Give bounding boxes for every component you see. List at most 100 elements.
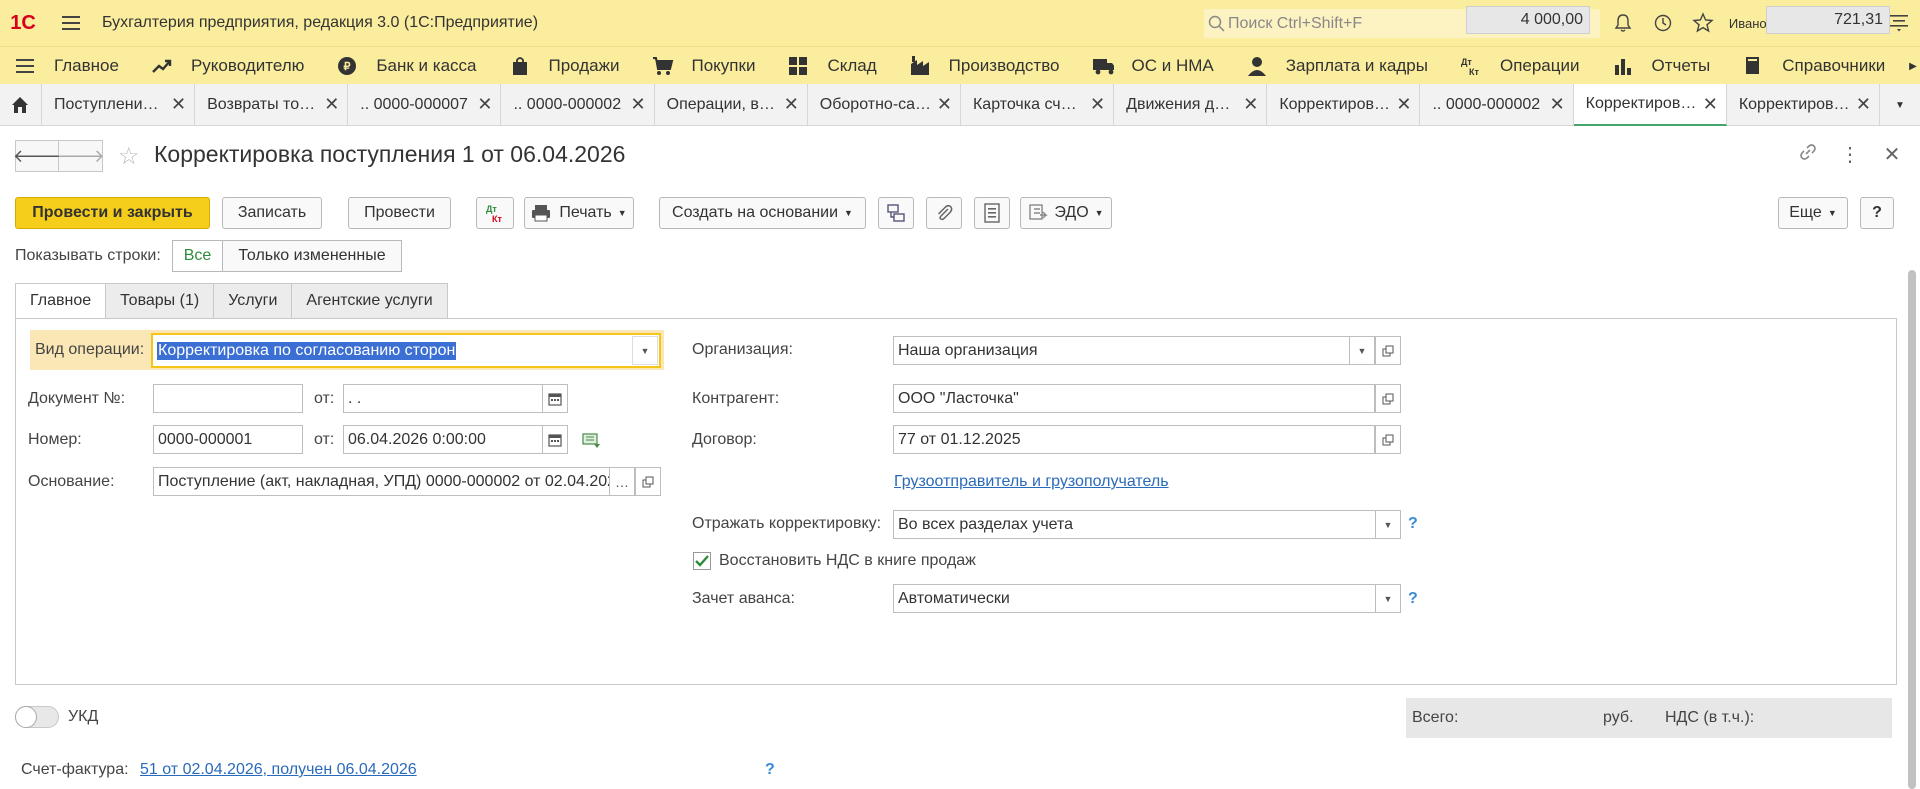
- bell-icon[interactable]: [1603, 0, 1643, 46]
- post-button[interactable]: Провести: [348, 197, 451, 229]
- shipper-consignee-link[interactable]: Грузоотправитель и грузополучатель: [894, 473, 1169, 491]
- report-button[interactable]: [974, 197, 1010, 229]
- menu-item-purchases[interactable]: Покупки: [638, 47, 774, 84]
- more-button[interactable]: Еще ▼: [1778, 197, 1848, 229]
- close-tab-icon[interactable]: ✕: [631, 94, 646, 115]
- close-tab-icon[interactable]: ✕: [171, 94, 186, 115]
- tab-main[interactable]: Главное: [15, 283, 107, 319]
- favorite-star-icon[interactable]: ☆: [118, 142, 140, 171]
- home-icon[interactable]: [0, 84, 42, 126]
- menu-item-bank[interactable]: ₽ Банк и касса: [322, 47, 494, 84]
- menu-scroll-right-icon[interactable]: ▶: [1906, 47, 1920, 84]
- close-tab-icon[interactable]: ✕: [1243, 94, 1258, 115]
- window-tab[interactable]: Поступления (акты, накладные, УПД)✕: [42, 84, 196, 126]
- structure-button[interactable]: [878, 197, 914, 229]
- window-tab[interactable]: Карточка счета ✕: [961, 84, 1115, 126]
- edo-button[interactable]: ЭДО ▼: [1020, 197, 1112, 229]
- show-rows-changed-toggle[interactable]: Только измененные: [222, 240, 402, 272]
- window-tab[interactable]: Операции, введенные вручную✕: [655, 84, 808, 126]
- dtkt-postings-button[interactable]: Дт Кт: [476, 197, 514, 229]
- window-tab[interactable]: Корректировка поступления✕: [1267, 84, 1421, 126]
- invoice-help-icon[interactable]: ?: [765, 761, 775, 779]
- create-based-on-button[interactable]: Создать на основании ▼: [659, 197, 866, 229]
- window-tab[interactable]: Корректировка поступления✕: [1727, 84, 1880, 126]
- reflect-correction-help-icon[interactable]: ?: [1408, 515, 1418, 533]
- window-tab[interactable]: Движения документа✕: [1114, 84, 1268, 126]
- menu-item-salary[interactable]: Зарплата и кадры: [1232, 47, 1446, 84]
- menu-item-directories[interactable]: Справочники: [1728, 47, 1903, 84]
- organization-select[interactable]: Наша организация ▼: [893, 336, 1375, 365]
- tab-agent-services[interactable]: Агентские услуги: [292, 283, 448, 319]
- menu-item-manager[interactable]: Руководителю: [137, 47, 322, 84]
- restore-vat-checkbox[interactable]: [693, 552, 711, 570]
- doc-number-input[interactable]: [153, 384, 303, 413]
- invoice-link[interactable]: 51 от 02.04.2026, получен 06.04.2026: [140, 761, 417, 779]
- menu-item-sales[interactable]: Продажи: [495, 47, 638, 84]
- more-vertical-icon[interactable]: ⋮: [1838, 142, 1862, 168]
- attach-files-button[interactable]: [926, 197, 962, 229]
- favorites-star-icon[interactable]: [1683, 0, 1723, 46]
- tabs-more-icon[interactable]: ▼: [1880, 84, 1920, 126]
- menu-item-production[interactable]: Производство: [895, 47, 1078, 84]
- print-button[interactable]: Печать ▼: [524, 197, 634, 229]
- chevron-down-icon[interactable]: ▼: [1375, 585, 1400, 612]
- reflect-correction-select[interactable]: Во всех разделах учета ▼: [893, 510, 1401, 539]
- operation-type-select[interactable]: Корректировка по согласованию сторон ▼: [151, 333, 661, 368]
- number-input[interactable]: 0000-000001: [153, 425, 303, 454]
- window-tab[interactable]: .. 0000-000002 ✕: [1420, 84, 1574, 126]
- tab-goods[interactable]: Товары (1): [106, 283, 215, 319]
- contractor-input[interactable]: ООО "Ласточка": [893, 384, 1375, 413]
- close-tab-icon[interactable]: ✕: [324, 94, 339, 115]
- history-icon[interactable]: [1643, 0, 1683, 46]
- menu-item-warehouse[interactable]: Склад: [773, 47, 894, 84]
- close-tab-icon[interactable]: ✕: [937, 94, 952, 115]
- ukd-toggle[interactable]: [15, 706, 59, 728]
- post-and-close-button[interactable]: Провести и закрыть: [15, 197, 210, 229]
- window-tab[interactable]: Возвраты товаров поставщикам✕: [195, 84, 349, 126]
- date-input[interactable]: 06.04.2026 0:00:00: [343, 425, 568, 454]
- close-tab-icon[interactable]: ✕: [1550, 94, 1565, 115]
- calendar-icon[interactable]: [542, 385, 567, 412]
- close-tab-icon[interactable]: ✕: [784, 94, 799, 115]
- close-tab-icon[interactable]: ✕: [1856, 94, 1871, 115]
- doc-date-input[interactable]: . .: [343, 384, 568, 413]
- window-tab[interactable]: Оборотно-сальдовая ведомость✕: [808, 84, 961, 126]
- advance-offset-select[interactable]: Автоматически ▼: [893, 584, 1401, 613]
- contract-open-icon[interactable]: [1375, 425, 1401, 454]
- hierarchy-icon: [887, 204, 905, 222]
- close-tab-icon[interactable]: ✕: [477, 94, 492, 115]
- forward-button[interactable]: 🡒: [56, 140, 105, 172]
- close-tab-icon[interactable]: ✕: [1090, 94, 1105, 115]
- tab-services[interactable]: Услуги: [214, 283, 293, 319]
- organization-open-icon[interactable]: [1375, 336, 1401, 365]
- close-tab-icon[interactable]: ✕: [1396, 94, 1411, 115]
- basis-open-icon[interactable]: [635, 467, 661, 496]
- advance-offset-help-icon[interactable]: ?: [1408, 590, 1418, 608]
- contract-input[interactable]: 77 от 01.12.2025: [893, 425, 1375, 454]
- calendar-icon[interactable]: [542, 426, 567, 453]
- basis-input[interactable]: Поступление (акт, накладная, УПД) 0000-0…: [153, 467, 611, 496]
- help-button[interactable]: ?: [1860, 197, 1894, 229]
- contractor-open-icon[interactable]: [1375, 384, 1401, 413]
- close-icon[interactable]: ✕: [1880, 142, 1904, 168]
- menu-item-operations[interactable]: Дт Кт Операции: [1446, 47, 1598, 84]
- window-tab[interactable]: .. 0000-000002 ✕: [501, 84, 655, 126]
- menu-item-fixed-assets[interactable]: ОС и НМА: [1078, 47, 1232, 84]
- vertical-scrollbar[interactable]: [1908, 248, 1916, 789]
- chevron-down-icon[interactable]: ▼: [1349, 337, 1374, 364]
- menu-item-main[interactable]: Главное: [0, 47, 137, 84]
- window-tab-active[interactable]: Корректировка поступления 1✕: [1573, 84, 1727, 126]
- save-button[interactable]: Записать: [222, 197, 322, 229]
- menu-item-reports[interactable]: Отчеты: [1598, 47, 1729, 84]
- chevron-down-icon[interactable]: ▼: [1375, 511, 1400, 538]
- window-tab[interactable]: .. 0000-000007 ✕: [348, 84, 502, 126]
- basis-select-button[interactable]: …: [609, 467, 635, 496]
- back-button[interactable]: 🡐: [13, 140, 61, 172]
- show-rows-all-toggle[interactable]: Все: [172, 240, 223, 272]
- chevron-down-icon[interactable]: ▼: [632, 336, 658, 365]
- link-icon[interactable]: [1796, 142, 1820, 168]
- main-menu-icon[interactable]: [56, 8, 86, 38]
- comment-icon[interactable]: [582, 432, 602, 455]
- scrollbar-thumb[interactable]: [1908, 270, 1916, 789]
- close-tab-icon[interactable]: ✕: [1703, 94, 1718, 115]
